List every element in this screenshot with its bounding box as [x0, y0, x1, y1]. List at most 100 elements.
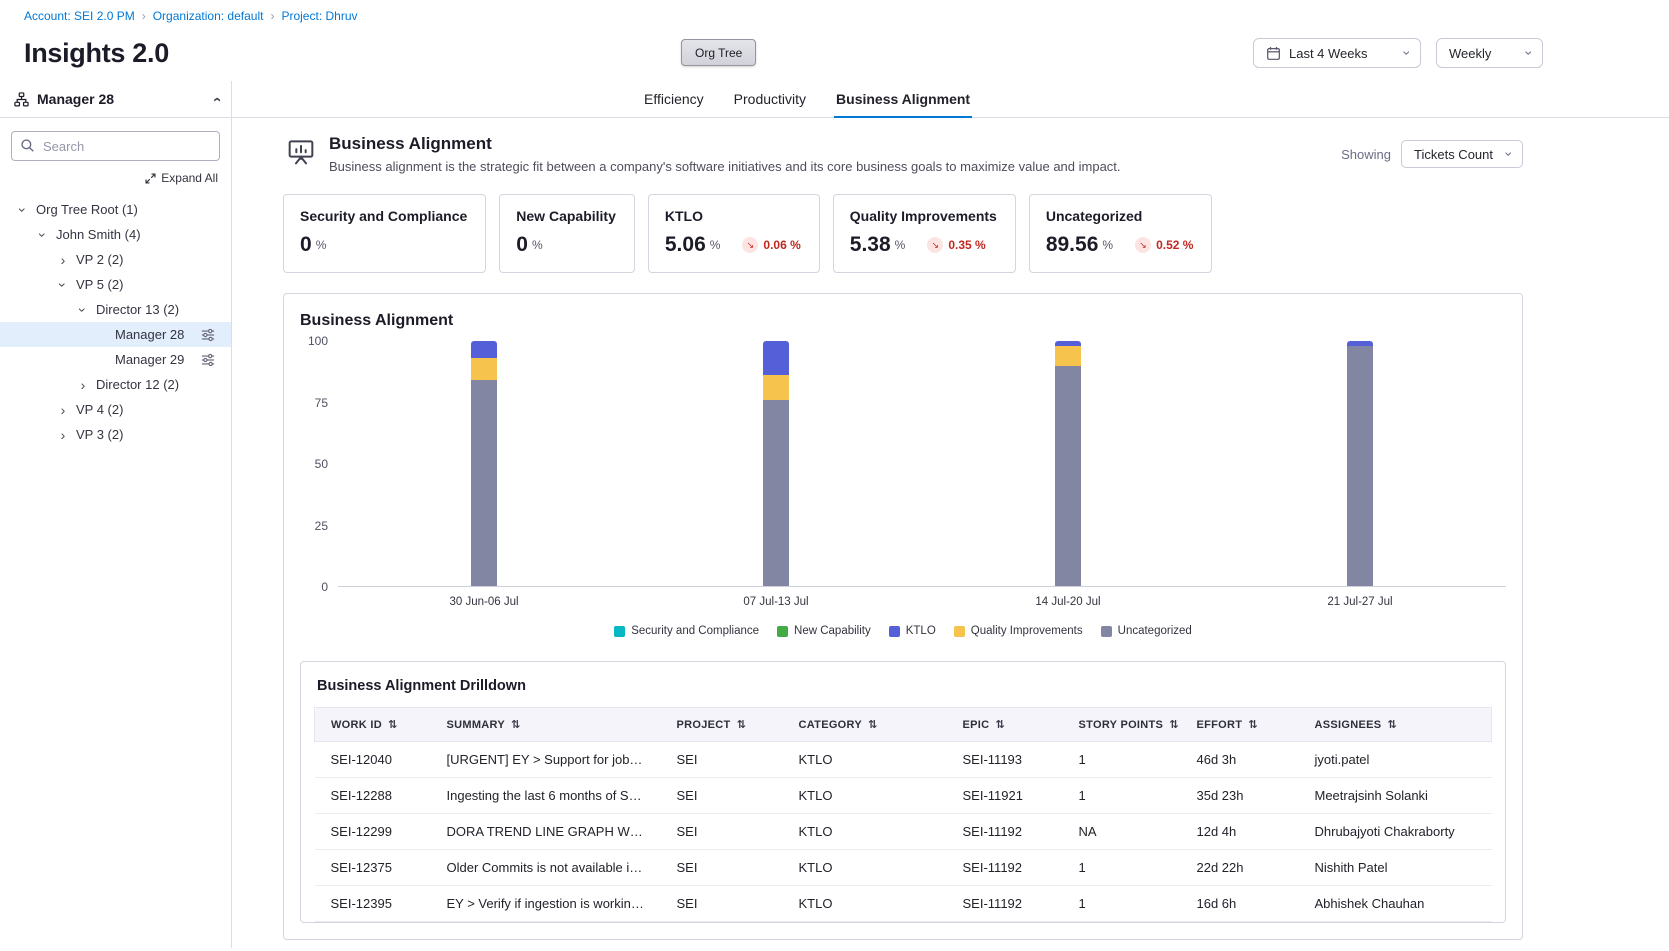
tree-item-director-12-2[interactable]: ›Director 12 (2)	[0, 372, 231, 397]
bar-segment-quality-improvements[interactable]	[1055, 346, 1081, 366]
column-header-label: SUMMARY	[447, 719, 506, 731]
column-header-epic[interactable]: EPIC⇅	[947, 708, 1063, 742]
tab-business-alignment[interactable]: Business Alignment	[834, 81, 972, 118]
sort-icon[interactable]: ⇅	[1387, 719, 1397, 731]
stat-card-value: 5.06	[665, 233, 706, 257]
tree-item-vp-4-2[interactable]: ›VP 4 (2)	[0, 397, 231, 422]
bar-segment-ktlo[interactable]	[763, 341, 789, 375]
chevron-down-icon[interactable]: ›	[76, 303, 90, 317]
column-header-category[interactable]: CATEGORY⇅	[783, 708, 947, 742]
column-header-work-id[interactable]: WORK ID⇅	[315, 708, 431, 742]
chevron-right-icon[interactable]: ›	[56, 428, 70, 442]
column-header-effort[interactable]: EFFORT ⇅	[1181, 708, 1299, 742]
date-range-dropdown[interactable]: Last 4 Weeks ›	[1253, 38, 1421, 68]
breadcrumb-link-account-sei-2-0-pm[interactable]: Account: SEI 2.0 PM	[24, 9, 135, 23]
filter-sliders-icon[interactable]	[201, 353, 215, 367]
date-range-value: Last 4 Weeks	[1289, 46, 1368, 61]
chevron-down-icon: ›	[1523, 51, 1537, 56]
stacked-bar-21-jul-27-jul[interactable]	[1347, 341, 1373, 586]
table-cell: SEI-11192	[947, 850, 1063, 886]
table-cell: [URGENT] EY > Support for job run par...	[431, 742, 661, 778]
bar-segment-ktlo[interactable]	[471, 341, 497, 358]
tree-item-john-smith-4[interactable]: ›John Smith (4)	[0, 222, 231, 247]
chevron-down-icon[interactable]: ›	[36, 228, 50, 242]
showing-dropdown[interactable]: Tickets Count ›	[1401, 140, 1523, 168]
bar-segment-uncategorized[interactable]	[1347, 346, 1373, 586]
tab-productivity[interactable]: Productivity	[732, 81, 808, 118]
tree-item-vp-5-2[interactable]: ›VP 5 (2)	[0, 272, 231, 297]
table-row-sei-12375[interactable]: SEI-12375Older Commits is not available …	[315, 850, 1492, 886]
interval-value: Weekly	[1449, 46, 1491, 61]
stat-card-value: 5.38	[850, 233, 891, 257]
legend-item-new-capability[interactable]: New Capability	[777, 625, 871, 637]
table-cell: Ingesting the last 6 months of ServiceN.…	[431, 778, 661, 814]
tree-item-manager-29[interactable]: Manager 29	[0, 347, 231, 372]
breadcrumb-separator-icon: ›	[270, 10, 274, 22]
sidebar-title: Manager 28	[37, 91, 114, 107]
bar-segment-uncategorized[interactable]	[471, 380, 497, 586]
chevron-right-icon[interactable]: ›	[56, 253, 70, 267]
page-header: Insights 2.0 Org Tree Last 4 Weeks › Wee…	[0, 25, 1669, 81]
sort-icon[interactable]: ⇅	[737, 719, 747, 731]
column-header-label: EFFORT	[1197, 719, 1243, 731]
filter-sliders-icon[interactable]	[201, 328, 215, 342]
breadcrumb-link-organization-default[interactable]: Organization: default	[153, 9, 264, 23]
tree-item-vp-3-2[interactable]: ›VP 3 (2)	[0, 422, 231, 447]
drilldown-table: WORK ID⇅SUMMARY⇅PROJECT⇅CATEGORY⇅EPIC⇅ST…	[314, 707, 1492, 922]
chevron-right-icon[interactable]: ›	[76, 378, 90, 392]
tree-item-manager-28[interactable]: Manager 28	[0, 322, 231, 347]
legend-item-quality-improvements[interactable]: Quality Improvements	[954, 625, 1083, 637]
stat-card-title: KTLO	[665, 208, 801, 224]
table-row-sei-12395[interactable]: SEI-12395EY > Verify if ingestion is wor…	[315, 886, 1492, 922]
table-row-sei-12040[interactable]: SEI-12040[URGENT] EY > Support for job r…	[315, 742, 1492, 778]
chevron-down-icon: ›	[1401, 51, 1415, 56]
tree-item-org-tree-root-1[interactable]: › Org Tree Root (1)	[0, 197, 231, 222]
column-header-story-points[interactable]: STORY POINTS⇅	[1063, 708, 1181, 742]
column-header-summary[interactable]: SUMMARY ⇅	[431, 708, 661, 742]
legend-item-security-and-compliance[interactable]: Security and Compliance	[614, 625, 759, 637]
tab-efficiency[interactable]: Efficiency	[642, 81, 706, 118]
stacked-bar-30-jun-06-jul[interactable]	[471, 341, 497, 586]
table-row-sei-12299[interactable]: SEI-12299DORA TREND LINE GRAPH Widgets i…	[315, 814, 1492, 850]
expand-icon	[145, 173, 156, 184]
stacked-bar-07-jul-13-jul[interactable]	[763, 341, 789, 586]
column-header-project[interactable]: PROJECT⇅	[661, 708, 783, 742]
legend-item-uncategorized[interactable]: Uncategorized	[1101, 625, 1192, 637]
collapse-panel-icon[interactable]: ›	[209, 97, 224, 102]
tree-item-director-13-2[interactable]: ›Director 13 (2)	[0, 297, 231, 322]
table-row-sei-12288[interactable]: SEI-12288Ingesting the last 6 months of …	[315, 778, 1492, 814]
sort-icon[interactable]: ⇅	[995, 719, 1005, 731]
table-cell: 16d 6h	[1181, 886, 1299, 922]
column-header-assignees[interactable]: ASSIGNEES⇅	[1299, 708, 1492, 742]
breadcrumb-link-project-dhruv[interactable]: Project: Dhruv	[281, 9, 357, 23]
bar-segment-quality-improvements[interactable]	[471, 358, 497, 380]
search-input[interactable]	[11, 131, 220, 161]
sort-icon[interactable]: ⇅	[868, 719, 878, 731]
y-tick-label: 50	[315, 458, 328, 470]
table-cell: Abhishek Chauhan	[1299, 886, 1492, 922]
stacked-bar-14-jul-20-jul[interactable]	[1055, 341, 1081, 586]
chevron-down-icon[interactable]: ›	[56, 278, 70, 292]
bar-segment-quality-improvements[interactable]	[763, 375, 789, 400]
legend-item-ktlo[interactable]: KTLO	[889, 625, 936, 637]
table-cell: KTLO	[783, 886, 947, 922]
sort-icon[interactable]: ⇅	[1248, 719, 1258, 731]
sort-icon[interactable]: ⇅	[388, 719, 398, 731]
table-cell: Older Commits is not available in SEI - …	[431, 850, 661, 886]
interval-dropdown[interactable]: Weekly ›	[1436, 38, 1543, 68]
sort-icon[interactable]: ⇅	[1169, 719, 1179, 731]
tree-item-label: Org Tree Root (1)	[36, 202, 138, 217]
x-axis-label: 30 Jun-06 Jul	[338, 596, 630, 608]
expand-all-button[interactable]: Expand All	[13, 171, 218, 185]
table-cell: EY > Verify if ingestion is working as e…	[431, 886, 661, 922]
tree-item-vp-2-2[interactable]: ›VP 2 (2)	[0, 247, 231, 272]
bar-segment-uncategorized[interactable]	[1055, 366, 1081, 587]
chevron-right-icon[interactable]: ›	[56, 403, 70, 417]
stat-card-value: 89.56	[1046, 233, 1099, 257]
chevron-down-icon[interactable]: ›	[16, 203, 30, 217]
y-tick-label: 100	[308, 335, 328, 347]
sort-icon[interactable]: ⇅	[511, 719, 521, 731]
bar-slot	[1214, 341, 1506, 586]
bar-segment-uncategorized[interactable]	[763, 400, 789, 586]
org-tree-button[interactable]: Org Tree	[681, 39, 756, 66]
